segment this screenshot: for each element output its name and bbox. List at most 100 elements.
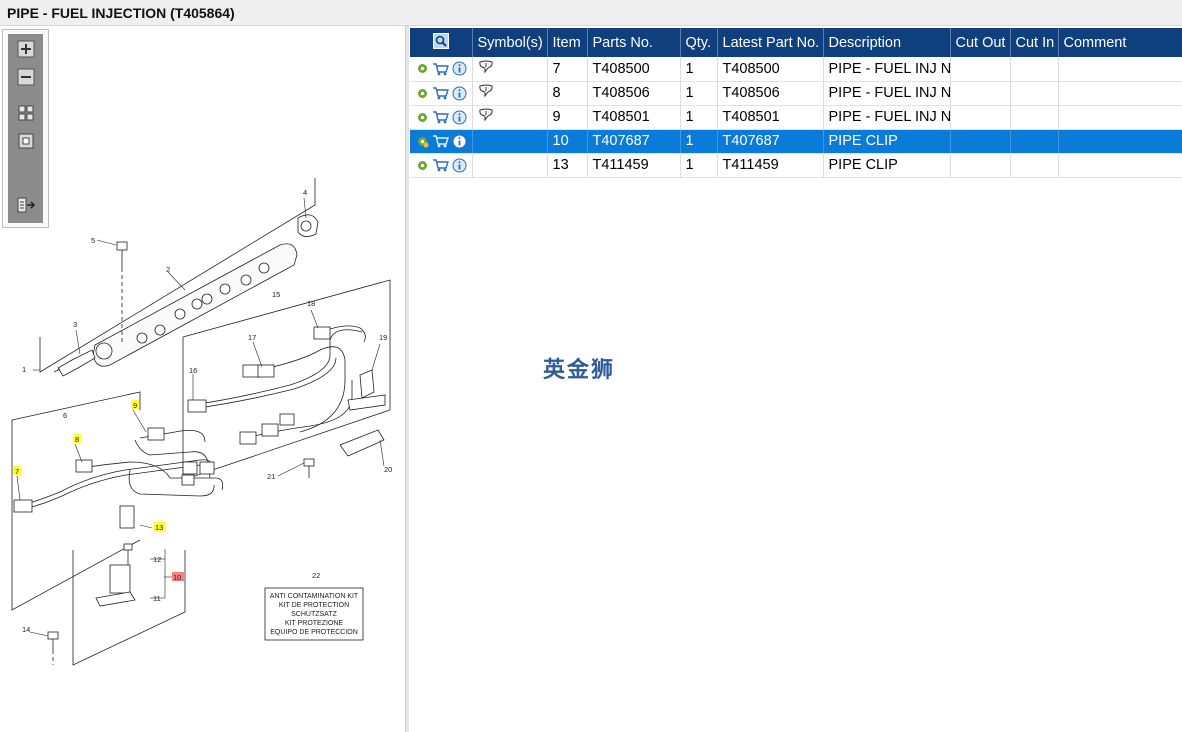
column-header-latest-part-no[interactable]: Latest Part No.: [717, 28, 824, 57]
return-pipes: [187, 325, 366, 445]
kit-label-de: SCHUTZSATZ: [291, 611, 337, 618]
callout-14: 14: [22, 625, 30, 634]
callout-22: 22: [312, 571, 320, 580]
latest-part-no-cell: T408500: [717, 57, 824, 82]
gear-pending-icon[interactable]: [416, 135, 429, 148]
info-icon[interactable]: [452, 86, 467, 101]
note-symbol-icon[interactable]: [478, 108, 494, 122]
table-row[interactable]: 13 T411459 1 T411459 PIPE CLIP: [410, 153, 1182, 178]
callout-17: 17: [248, 333, 256, 342]
comment-cell: [1058, 153, 1182, 178]
fuel-injection-pipes: [13, 427, 224, 513]
gear-icon[interactable]: [416, 87, 429, 100]
cut-out-cell: [950, 81, 1011, 106]
gear-icon[interactable]: [416, 159, 429, 172]
column-header-cut-out[interactable]: Cut Out: [950, 28, 1011, 57]
cut-out-cell: [950, 153, 1011, 178]
callout-6: 6: [63, 411, 67, 420]
info-icon[interactable]: [452, 134, 467, 149]
column-header-description[interactable]: Description: [823, 28, 951, 57]
fit-page-icon[interactable]: [13, 102, 38, 124]
cut-in-cell: [1010, 129, 1059, 154]
column-header-qty[interactable]: Qty.: [680, 28, 718, 57]
description-cell: PIPE CLIP: [823, 129, 951, 154]
item-cell: 7: [547, 57, 588, 82]
callout-1: 1: [22, 365, 26, 374]
info-icon[interactable]: [452, 61, 467, 76]
search-parts-icon[interactable]: [432, 32, 449, 49]
callout-21: 21: [267, 472, 275, 481]
callout-11: 11: [153, 594, 161, 603]
item-cell: 10: [547, 129, 588, 154]
latest-part-no-cell: T408506: [717, 81, 824, 106]
column-header-comment[interactable]: Comment: [1058, 28, 1182, 57]
latest-part-no-cell: T411459: [717, 153, 824, 178]
column-header-item[interactable]: Item: [547, 28, 588, 57]
zoom-in-icon[interactable]: [13, 38, 38, 60]
comment-cell: [1058, 81, 1182, 106]
callout-7: 7: [15, 467, 19, 476]
add-to-cart-icon[interactable]: [432, 158, 449, 172]
table-row[interactable]: 9 T408501 1 T408501 PIPE - FUEL INJ NC: [410, 105, 1182, 130]
pressure-relief-valve: [297, 214, 319, 237]
qty-cell: 1: [680, 81, 718, 106]
gear-icon[interactable]: [416, 62, 429, 75]
callout-12: 12: [153, 555, 161, 564]
cut-in-cell: [1010, 57, 1059, 82]
parts-no-cell: T411459: [587, 153, 681, 178]
title-bar: PIPE - FUEL INJECTION (T405864): [0, 0, 1182, 26]
pipe-clip-13: [119, 505, 135, 529]
table-row[interactable]: 7 T408500 1 T408500 PIPE - FUEL INJ NC: [410, 57, 1182, 82]
parts-list-pane: Symbol(s) Item Parts No. Qty. Latest Par…: [409, 26, 1182, 732]
comment-cell: [1058, 57, 1182, 82]
column-header-symbols[interactable]: Symbol(s): [472, 28, 548, 57]
parts-no-cell: T408501: [587, 105, 681, 130]
zoom-out-icon[interactable]: [13, 66, 38, 88]
table-row[interactable]: 8 T408506 1 T408506 PIPE - FUEL INJ NC: [410, 81, 1182, 106]
note-symbol-icon[interactable]: [478, 84, 494, 98]
gear-icon[interactable]: [416, 111, 429, 124]
cut-in-cell: [1010, 105, 1059, 130]
kit-label-en: ANTI CONTAMINATION KIT: [270, 593, 359, 600]
group-frame-top: [11, 391, 141, 421]
description-cell: PIPE CLIP: [823, 153, 951, 178]
column-header-actions[interactable]: [410, 28, 473, 57]
callout-19: 19: [379, 333, 387, 342]
rail-pressure-sensor: [53, 349, 96, 377]
actual-size-icon[interactable]: [13, 130, 38, 152]
kit-label-it: KIT PROTEZIONE: [285, 620, 344, 627]
add-to-cart-icon[interactable]: [432, 86, 449, 100]
description-cell: PIPE - FUEL INJ NC: [823, 81, 951, 106]
mounting-plate: [339, 429, 385, 457]
callout-5: 5: [91, 236, 95, 245]
callout-18: 18: [307, 299, 315, 308]
callout-8: 8: [75, 435, 79, 444]
qty-cell: 1: [680, 57, 718, 82]
info-icon[interactable]: [452, 158, 467, 173]
watermark-text: 英金狮: [543, 357, 616, 382]
info-icon[interactable]: [452, 110, 467, 125]
description-cell: PIPE - FUEL INJ NC: [823, 105, 951, 130]
item-cell: 8: [547, 81, 588, 106]
note-symbol-icon[interactable]: [478, 60, 494, 74]
export-icon[interactable]: [13, 194, 38, 216]
cut-out-cell: [950, 129, 1011, 154]
callout-16: 16: [189, 366, 197, 375]
comment-cell: [1058, 129, 1182, 154]
add-to-cart-icon[interactable]: [432, 134, 449, 148]
callout-13: 13: [155, 523, 163, 532]
parts-no-cell: T408506: [587, 81, 681, 106]
item-cell: 13: [547, 153, 588, 178]
add-to-cart-icon[interactable]: [432, 110, 449, 124]
fuel-rail: [92, 243, 298, 367]
cut-out-cell: [950, 105, 1011, 130]
cut-in-cell: [1010, 153, 1059, 178]
callout-15: 15: [272, 290, 280, 299]
add-to-cart-icon[interactable]: [432, 62, 449, 76]
description-cell: PIPE - FUEL INJ NC: [823, 57, 951, 82]
parts-table: Symbol(s) Item Parts No. Qty. Latest Par…: [410, 28, 1182, 178]
diagram-pane[interactable]: 1 2 3 4 5 6 7 8 9 10 11 12 13 14 15 16 1…: [0, 26, 406, 732]
table-row-selected[interactable]: 10 T407687 1 T407687 PIPE CLIP: [410, 129, 1182, 154]
column-header-parts-no[interactable]: Parts No.: [587, 28, 681, 57]
column-header-cut-in[interactable]: Cut In: [1010, 28, 1059, 57]
